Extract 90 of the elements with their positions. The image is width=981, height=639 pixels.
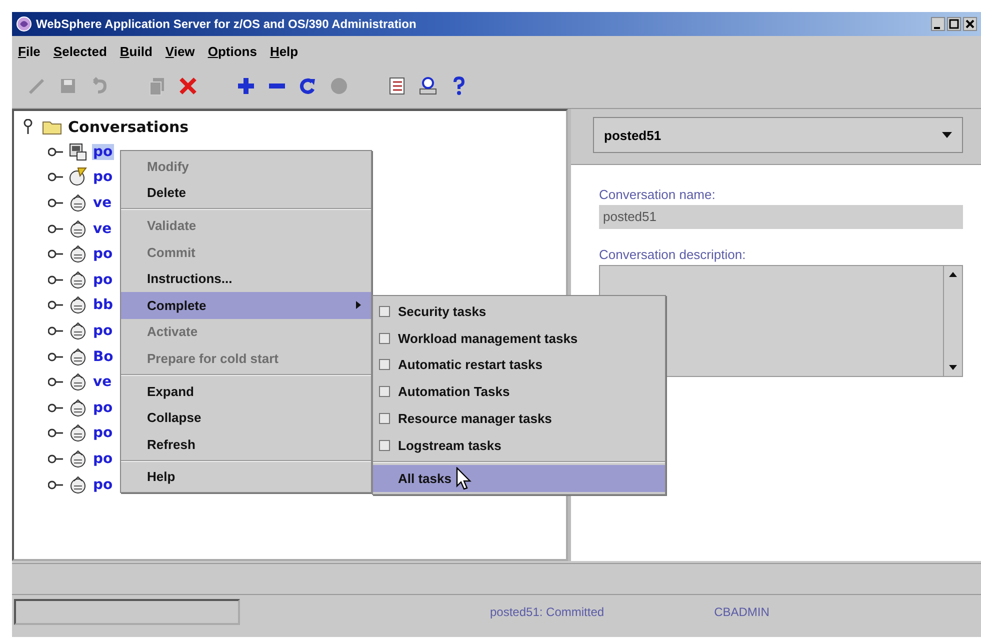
toggle-icon[interactable] (48, 198, 64, 208)
close-icon[interactable] (963, 17, 977, 31)
conversation-icon (68, 218, 88, 239)
computer-icon (68, 142, 88, 162)
scroll-down-icon[interactable] (949, 365, 957, 370)
checkbox[interactable] (379, 332, 390, 344)
toggle-icon[interactable] (48, 402, 64, 413)
menu-item[interactable]: Selected (53, 44, 107, 58)
menu-item[interactable]: File (18, 44, 40, 58)
tree-item[interactable]: Bo (92, 348, 114, 365)
tree-item[interactable]: ve (92, 374, 113, 390)
folder-icon (42, 119, 62, 135)
toggle-icon[interactable] (48, 428, 64, 438)
app-icon (16, 16, 32, 32)
status-message: posted51: Committed (490, 605, 604, 619)
menu-item[interactable]: Delete (121, 180, 371, 206)
scroll-up-icon[interactable] (949, 272, 957, 277)
tree-item[interactable]: po (92, 425, 114, 442)
menu-item[interactable]: Help (270, 44, 298, 58)
toggle-icon[interactable] (48, 249, 64, 260)
menu-item[interactable]: Security tasks (373, 298, 665, 325)
status-user: CBADMIN (714, 605, 770, 619)
conversation-icon (68, 448, 88, 469)
conversation-icon (68, 423, 88, 444)
conversation-icon (68, 474, 88, 495)
toggle-icon[interactable] (23, 119, 33, 135)
menu-item[interactable]: Complete (121, 292, 371, 319)
menu-item[interactable]: Automatic restart tasks (373, 352, 665, 378)
tree-item[interactable]: po (92, 144, 114, 160)
tree-root-label[interactable]: Conversations (68, 118, 189, 136)
conversation-icon (68, 320, 88, 341)
tree-item[interactable]: bb (92, 297, 114, 314)
conversation-dropdown[interactable]: posted51 (593, 117, 963, 153)
menu-item[interactable]: Logstream tasks (373, 432, 665, 459)
menu-item[interactable]: Workload management tasks (373, 324, 665, 352)
window-title: WebSphere Application Server for z/OS and OS/390 Administration (36, 17, 416, 31)
tree-item[interactable]: po (92, 322, 114, 339)
checkbox[interactable] (379, 386, 390, 398)
menu-item[interactable]: Automation Tasks (373, 378, 665, 406)
menu-item[interactable]: Expand (121, 378, 371, 404)
toggle-icon[interactable] (48, 274, 64, 285)
tree-item[interactable]: po (92, 246, 114, 262)
pointer-icon (456, 467, 472, 491)
checkbox[interactable] (379, 359, 390, 370)
delete-icon[interactable] (177, 75, 199, 97)
menu-item[interactable]: Refresh (121, 430, 371, 458)
menu-item[interactable]: Resource manager tasks (373, 405, 665, 432)
toggle-icon[interactable] (48, 300, 64, 310)
checkbox[interactable] (379, 306, 390, 317)
tree-item[interactable]: po (92, 169, 114, 186)
conversation-icon (68, 295, 88, 316)
menu-item[interactable]: All tasks (373, 464, 665, 492)
maximize-icon[interactable] (947, 17, 961, 31)
menu-item[interactable]: Collapse (121, 404, 371, 431)
toggle-icon[interactable] (48, 146, 64, 157)
menu-item[interactable]: Options (208, 44, 257, 58)
toggle-icon[interactable] (48, 224, 64, 234)
tree-item[interactable]: po (92, 272, 114, 288)
minimize-icon[interactable] (931, 17, 945, 31)
field-label: Conversation name: (599, 187, 716, 202)
tree-item[interactable]: po (92, 476, 114, 493)
conversation-icon (68, 346, 88, 367)
tree-item[interactable]: po (92, 400, 114, 416)
conversation-icon (68, 192, 88, 213)
conversation-icon (68, 398, 88, 418)
conversation-icon (68, 372, 88, 392)
field-label: Conversation description: (599, 247, 747, 262)
checkbox[interactable] (379, 440, 390, 451)
menu-item[interactable]: Help (121, 464, 371, 490)
conversation-icon (68, 167, 88, 188)
menu-item[interactable]: View (165, 44, 195, 58)
dropdown-arrow-icon (942, 132, 952, 138)
plus-icon[interactable] (235, 75, 257, 97)
toggle-icon[interactable] (48, 326, 64, 336)
toggle-icon[interactable] (48, 454, 64, 464)
tree-item[interactable]: ve (92, 194, 113, 211)
name-field[interactable]: posted51 (599, 205, 963, 229)
menu-item[interactable]: Instructions... (121, 265, 371, 292)
conversation-icon (68, 244, 88, 264)
tree-item[interactable]: ve (92, 220, 113, 237)
toggle-icon[interactable] (48, 172, 64, 182)
toggle-icon[interactable] (48, 352, 64, 362)
properties-icon[interactable] (417, 75, 439, 97)
toggle-icon[interactable] (48, 480, 64, 490)
checkbox[interactable] (379, 413, 390, 424)
conversation-icon (68, 270, 88, 290)
menu-item[interactable]: Build (120, 44, 152, 58)
tree-item[interactable]: po (92, 450, 114, 467)
toggle-icon[interactable] (48, 377, 64, 388)
submenu-arrow-icon (356, 301, 361, 310)
